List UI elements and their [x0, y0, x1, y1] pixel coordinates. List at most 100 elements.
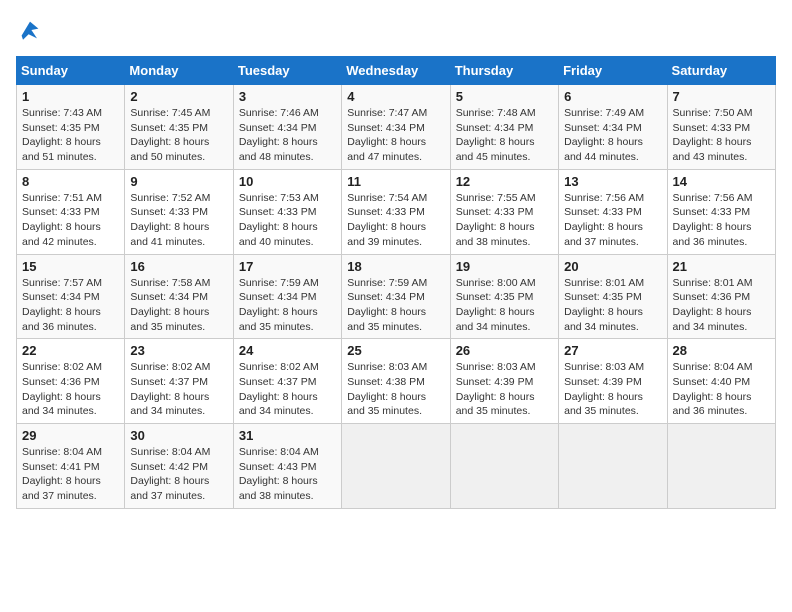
day-info: Sunrise: 8:01 AMSunset: 4:36 PMDaylight:…	[673, 276, 770, 335]
calendar-day-cell: 10 Sunrise: 7:53 AMSunset: 4:33 PMDayligh…	[233, 169, 341, 254]
day-info: Sunrise: 7:48 AMSunset: 4:34 PMDaylight:…	[456, 106, 553, 165]
calendar-day-cell: 21 Sunrise: 8:01 AMSunset: 4:36 PMDayligh…	[667, 254, 775, 339]
calendar-day-cell: 14 Sunrise: 7:56 AMSunset: 4:33 PMDayligh…	[667, 169, 775, 254]
day-info: Sunrise: 7:49 AMSunset: 4:34 PMDaylight:…	[564, 106, 661, 165]
day-number: 6	[564, 89, 661, 104]
weekday-header: Thursday	[450, 57, 558, 85]
calendar-day-cell: 19Sunrise: 8:00 AMSunset: 4:35 PMDayligh…	[450, 254, 558, 339]
weekday-header: Sunday	[17, 57, 125, 85]
calendar-day-cell: 11 Sunrise: 7:54 AMSunset: 4:33 PMDayligh…	[342, 169, 450, 254]
calendar-week-row: 1 Sunrise: 7:43 AMSunset: 4:35 PMDaylight…	[17, 85, 776, 170]
day-number: 17	[239, 259, 336, 274]
day-info: Sunrise: 8:03 AMSunset: 4:38 PMDaylight:…	[347, 360, 444, 419]
day-info: Sunrise: 8:04 AMSunset: 4:43 PMDaylight:…	[239, 445, 336, 504]
day-info: Sunrise: 8:04 AMSunset: 4:41 PMDaylight:…	[22, 445, 119, 504]
calendar-day-cell: 31 Sunrise: 8:04 AMSunset: 4:43 PMDayligh…	[233, 424, 341, 509]
day-number: 28	[673, 343, 770, 358]
day-number: 12	[456, 174, 553, 189]
day-info: Sunrise: 8:03 AMSunset: 4:39 PMDaylight:…	[456, 360, 553, 419]
calendar-day-cell: 23Sunrise: 8:02 AMSunset: 4:37 PMDayligh…	[125, 339, 233, 424]
day-info: Sunrise: 8:02 AMSunset: 4:37 PMDaylight:…	[239, 360, 336, 419]
day-info: Sunrise: 8:02 AMSunset: 4:37 PMDaylight:…	[130, 360, 227, 419]
day-info: Sunrise: 7:55 AMSunset: 4:33 PMDaylight:…	[456, 191, 553, 250]
day-number: 25	[347, 343, 444, 358]
calendar-day-cell: 25 Sunrise: 8:03 AMSunset: 4:38 PMDayligh…	[342, 339, 450, 424]
calendar-day-cell: 4 Sunrise: 7:47 AMSunset: 4:34 PMDaylight…	[342, 85, 450, 170]
calendar-day-cell: 22 Sunrise: 8:02 AMSunset: 4:36 PMDayligh…	[17, 339, 125, 424]
calendar-week-row: 15Sunrise: 7:57 AMSunset: 4:34 PMDayligh…	[17, 254, 776, 339]
logo-icon	[16, 16, 44, 44]
day-info: Sunrise: 7:52 AMSunset: 4:33 PMDaylight:…	[130, 191, 227, 250]
weekday-header: Friday	[559, 57, 667, 85]
day-info: Sunrise: 8:01 AMSunset: 4:35 PMDaylight:…	[564, 276, 661, 335]
day-number: 29	[22, 428, 119, 443]
day-info: Sunrise: 8:02 AMSunset: 4:36 PMDaylight:…	[22, 360, 119, 419]
day-info: Sunrise: 7:43 AMSunset: 4:35 PMDaylight:…	[22, 106, 119, 165]
day-number: 22	[22, 343, 119, 358]
calendar-day-cell: 24 Sunrise: 8:02 AMSunset: 4:37 PMDayligh…	[233, 339, 341, 424]
day-number: 26	[456, 343, 553, 358]
day-info: Sunrise: 7:56 AMSunset: 4:33 PMDaylight:…	[564, 191, 661, 250]
calendar-day-cell: 12 Sunrise: 7:55 AMSunset: 4:33 PMDayligh…	[450, 169, 558, 254]
calendar-day-cell	[667, 424, 775, 509]
calendar-day-cell: 26 Sunrise: 8:03 AMSunset: 4:39 PMDayligh…	[450, 339, 558, 424]
calendar-day-cell: 16 Sunrise: 7:58 AMSunset: 4:34 PMDayligh…	[125, 254, 233, 339]
day-number: 5	[456, 89, 553, 104]
day-info: Sunrise: 7:58 AMSunset: 4:34 PMDaylight:…	[130, 276, 227, 335]
day-number: 30	[130, 428, 227, 443]
calendar-table: SundayMondayTuesdayWednesdayThursdayFrid…	[16, 56, 776, 509]
day-info: Sunrise: 7:53 AMSunset: 4:33 PMDaylight:…	[239, 191, 336, 250]
calendar-week-row: 22 Sunrise: 8:02 AMSunset: 4:36 PMDayligh…	[17, 339, 776, 424]
day-info: Sunrise: 7:54 AMSunset: 4:33 PMDaylight:…	[347, 191, 444, 250]
calendar-day-cell: 29 Sunrise: 8:04 AMSunset: 4:41 PMDayligh…	[17, 424, 125, 509]
calendar-day-cell: 30Sunrise: 8:04 AMSunset: 4:42 PMDayligh…	[125, 424, 233, 509]
calendar-day-cell: 8 Sunrise: 7:51 AMSunset: 4:33 PMDaylight…	[17, 169, 125, 254]
day-info: Sunrise: 8:03 AMSunset: 4:39 PMDaylight:…	[564, 360, 661, 419]
day-number: 1	[22, 89, 119, 104]
calendar-day-cell: 18Sunrise: 7:59 AMSunset: 4:34 PMDayligh…	[342, 254, 450, 339]
calendar-day-cell: 9Sunrise: 7:52 AMSunset: 4:33 PMDaylight…	[125, 169, 233, 254]
calendar-day-cell: 20 Sunrise: 8:01 AMSunset: 4:35 PMDayligh…	[559, 254, 667, 339]
day-number: 11	[347, 174, 444, 189]
calendar-day-cell: 6 Sunrise: 7:49 AMSunset: 4:34 PMDaylight…	[559, 85, 667, 170]
calendar-day-cell: 5 Sunrise: 7:48 AMSunset: 4:34 PMDaylight…	[450, 85, 558, 170]
day-number: 14	[673, 174, 770, 189]
page-header	[16, 16, 776, 44]
day-number: 21	[673, 259, 770, 274]
calendar-day-cell: 27Sunrise: 8:03 AMSunset: 4:39 PMDayligh…	[559, 339, 667, 424]
day-info: Sunrise: 7:56 AMSunset: 4:33 PMDaylight:…	[673, 191, 770, 250]
calendar-day-cell	[450, 424, 558, 509]
day-number: 10	[239, 174, 336, 189]
day-info: Sunrise: 7:47 AMSunset: 4:34 PMDaylight:…	[347, 106, 444, 165]
day-number: 20	[564, 259, 661, 274]
calendar-day-cell: 13 Sunrise: 7:56 AMSunset: 4:33 PMDayligh…	[559, 169, 667, 254]
day-info: Sunrise: 7:51 AMSunset: 4:33 PMDaylight:…	[22, 191, 119, 250]
day-number: 13	[564, 174, 661, 189]
calendar-week-row: 29 Sunrise: 8:04 AMSunset: 4:41 PMDayligh…	[17, 424, 776, 509]
day-number: 16	[130, 259, 227, 274]
calendar-header: SundayMondayTuesdayWednesdayThursdayFrid…	[17, 57, 776, 85]
calendar-day-cell	[559, 424, 667, 509]
day-number: 31	[239, 428, 336, 443]
calendar-week-row: 8 Sunrise: 7:51 AMSunset: 4:33 PMDaylight…	[17, 169, 776, 254]
calendar-day-cell: 28 Sunrise: 8:04 AMSunset: 4:40 PMDayligh…	[667, 339, 775, 424]
calendar-day-cell: 7 Sunrise: 7:50 AMSunset: 4:33 PMDaylight…	[667, 85, 775, 170]
logo	[16, 16, 48, 44]
day-info: Sunrise: 8:04 AMSunset: 4:40 PMDaylight:…	[673, 360, 770, 419]
day-number: 7	[673, 89, 770, 104]
day-info: Sunrise: 7:59 AMSunset: 4:34 PMDaylight:…	[239, 276, 336, 335]
day-info: Sunrise: 8:00 AMSunset: 4:35 PMDaylight:…	[456, 276, 553, 335]
day-info: Sunrise: 7:50 AMSunset: 4:33 PMDaylight:…	[673, 106, 770, 165]
day-info: Sunrise: 7:46 AMSunset: 4:34 PMDaylight:…	[239, 106, 336, 165]
day-info: Sunrise: 7:45 AMSunset: 4:35 PMDaylight:…	[130, 106, 227, 165]
calendar-day-cell: 2Sunrise: 7:45 AMSunset: 4:35 PMDaylight…	[125, 85, 233, 170]
day-number: 24	[239, 343, 336, 358]
calendar-day-cell: 15Sunrise: 7:57 AMSunset: 4:34 PMDayligh…	[17, 254, 125, 339]
day-number: 4	[347, 89, 444, 104]
weekday-header: Wednesday	[342, 57, 450, 85]
day-number: 8	[22, 174, 119, 189]
day-info: Sunrise: 7:59 AMSunset: 4:34 PMDaylight:…	[347, 276, 444, 335]
weekday-header: Tuesday	[233, 57, 341, 85]
weekday-header: Saturday	[667, 57, 775, 85]
calendar-day-cell: 3Sunrise: 7:46 AMSunset: 4:34 PMDaylight…	[233, 85, 341, 170]
